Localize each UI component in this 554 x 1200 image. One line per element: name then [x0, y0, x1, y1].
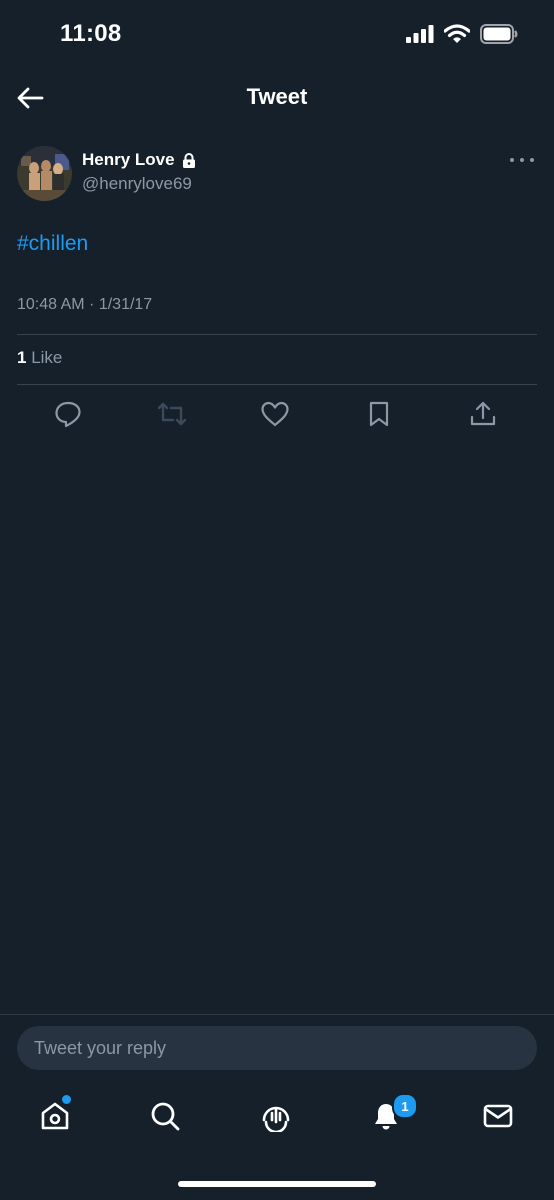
tweet-timestamp: 10:48 AM · 1/31/17 [17, 296, 153, 313]
home-unread-dot [60, 1093, 73, 1106]
battery-icon [480, 24, 518, 44]
tab-messages[interactable] [478, 1096, 518, 1136]
avatar-photo [17, 146, 72, 201]
share-icon [470, 401, 496, 426]
divider [17, 384, 537, 385]
avatar[interactable] [17, 146, 72, 201]
back-arrow-icon [17, 87, 44, 109]
like-count-label: Like [26, 348, 63, 367]
author-row[interactable]: Henry Love [82, 150, 196, 170]
retweet-button[interactable] [154, 396, 190, 432]
page-title: Tweet [246, 84, 308, 109]
back-button[interactable] [14, 82, 46, 114]
more-dot [530, 158, 534, 162]
tab-search[interactable] [145, 1096, 185, 1136]
reply-input[interactable] [17, 1026, 537, 1070]
composer-divider [0, 1014, 554, 1015]
like-icon [261, 401, 289, 427]
retweet-icon [157, 402, 187, 426]
more-dot [520, 158, 524, 162]
more-dot [510, 158, 514, 162]
author-handle[interactable]: @henrylove69 [82, 174, 192, 194]
tweet-hashtag[interactable]: #chillen [17, 232, 88, 256]
spaces-icon [262, 1106, 290, 1132]
like-button[interactable] [257, 396, 293, 432]
divider [17, 334, 537, 335]
author-name[interactable]: Henry Love [82, 150, 175, 170]
tab-spaces[interactable] [256, 1096, 296, 1136]
reply-icon [55, 401, 81, 428]
notification-badge: 1 [392, 1093, 418, 1119]
status-time: 11:08 [60, 20, 122, 47]
likes-count[interactable]: 1 Like [17, 348, 62, 368]
search-icon [151, 1102, 180, 1131]
reply-button[interactable] [50, 396, 86, 432]
lock-icon [182, 152, 195, 168]
bookmark-icon [369, 401, 389, 427]
reply-composer[interactable] [17, 1026, 537, 1070]
bookmark-button[interactable] [361, 396, 397, 432]
messages-icon [483, 1104, 513, 1128]
wifi-icon [444, 24, 470, 43]
share-button[interactable] [465, 396, 501, 432]
cellular-signal-icon [406, 25, 434, 43]
home-indicator [178, 1181, 376, 1187]
status-icons [406, 24, 518, 44]
more-options-button[interactable] [510, 150, 534, 170]
